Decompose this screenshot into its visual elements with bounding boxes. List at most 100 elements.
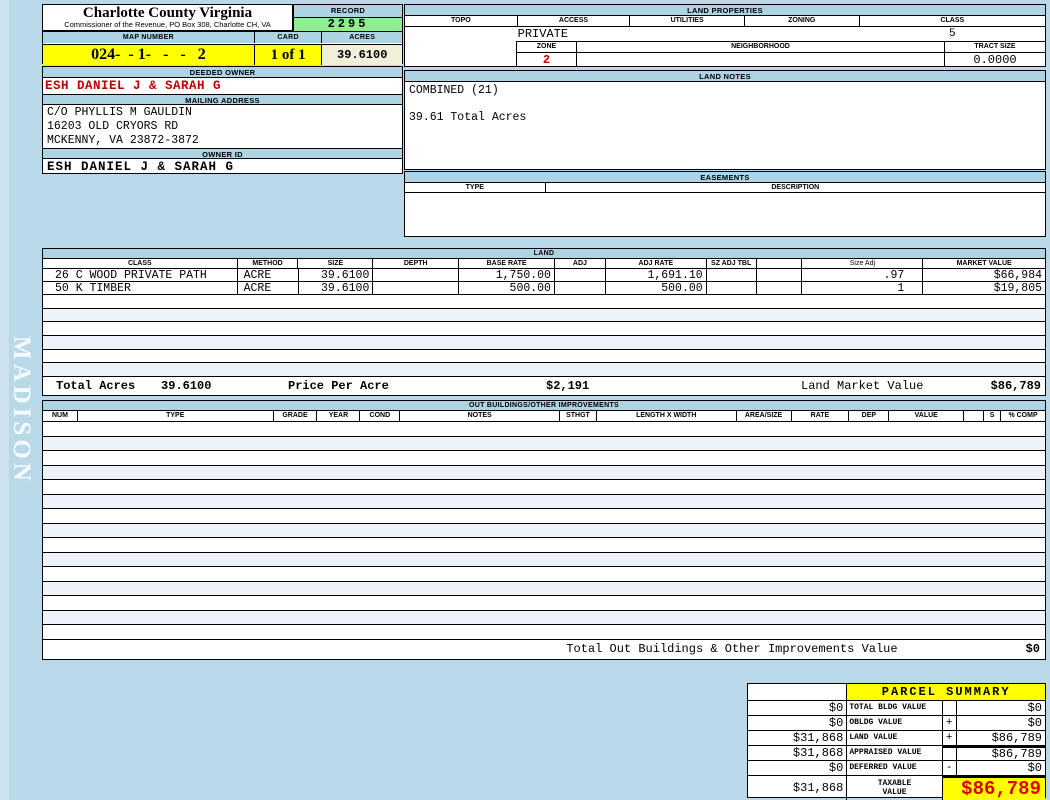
land-row-adj — [555, 269, 606, 281]
land-market-value: $86,789 — [990, 379, 1041, 394]
land-market-value-label: Land Market Value — [801, 379, 924, 394]
land-row-market-value: $66,984 — [993, 269, 1043, 281]
empty-row — [43, 625, 1045, 640]
total-acres-label: Total Acres — [56, 379, 136, 394]
empty-row — [43, 610, 1045, 625]
owner-id-label: OWNER ID — [43, 148, 402, 159]
col-class: CLASS — [940, 17, 965, 24]
land-col-depth: DEPTH — [373, 259, 460, 268]
empty-row — [43, 494, 1045, 509]
summary-right-value: $0 — [1027, 761, 1042, 775]
county-title: Charlotte County Virginia — [82, 5, 253, 21]
ob-col-pct-comp: % COMP — [1008, 412, 1038, 419]
ob-col-s: S — [984, 411, 1002, 421]
land-row-size: 39.6100 — [299, 269, 374, 281]
empty-row — [43, 363, 1045, 378]
summary-label: TOTAL BLDG VALUE — [847, 701, 943, 715]
out-buildings-table: OUT BUILDINGS/OTHER IMPROVEMENTS NUM TYP… — [42, 400, 1046, 660]
col-zoning: ZONING — [745, 16, 860, 26]
land-col-market-value: MARKET VALUE — [956, 260, 1012, 267]
land-notes-title: LAND NOTES — [405, 71, 1045, 82]
land-row-sz-adj-tbl — [707, 282, 757, 294]
land-row-adj-rate: 1,691.10 — [606, 269, 707, 281]
parcel-summary: PARCEL SUMMARY $0 TOTAL BLDG VALUE $0 $0… — [747, 683, 1046, 800]
land-row-size-adj: 1 — [802, 282, 924, 294]
map-card-acres-box: MAP NUMBER CARD ACRES 024- - 1- - - 2 1 … — [42, 31, 403, 65]
acres-label: ACRES — [322, 32, 402, 43]
land-title: LAND — [43, 249, 1045, 259]
land-row-depth — [373, 282, 460, 294]
empty-row — [43, 596, 1045, 611]
easement-type-label: TYPE — [405, 183, 546, 192]
out-buildings-total-row: Total Out Buildings & Other Improvements… — [43, 639, 1045, 659]
land-col-sz-adj-tbl: SZ ADJ TBL — [707, 259, 757, 268]
easements-title: EASEMENTS — [405, 172, 1045, 183]
summary-op: + — [943, 716, 957, 730]
mailing-address-line: 16203 OLD CRYORS RD — [47, 120, 179, 133]
land-row: 50 K TIMBER ACRE 39.6100 500.00 500.00 1… — [43, 282, 1045, 295]
easements-box: EASEMENTS TYPE DESCRIPTION — [404, 171, 1046, 237]
deeded-owner-label: DEEDED OWNER — [43, 67, 402, 78]
empty-row — [43, 538, 1045, 553]
land-note-line: 39.61 Total Acres — [409, 111, 527, 124]
summary-label: OBLDG VALUE — [847, 716, 943, 730]
empty-row — [43, 308, 1045, 323]
summary-label: LAND VALUE — [847, 731, 943, 745]
land-row-class: 26 C WOOD PRIVATE PATH — [43, 269, 238, 281]
summary-left-value: $31,868 — [748, 776, 848, 800]
empty-row — [43, 465, 1045, 480]
empty-row — [43, 451, 1045, 466]
land-col-method: METHOD — [238, 259, 299, 268]
land-row-base-rate: 500.00 — [459, 282, 555, 294]
class-value: 5 — [948, 28, 956, 40]
ob-col-year: YEAR — [317, 411, 361, 421]
record-value: 2295 — [294, 18, 402, 31]
ob-col-rate: RATE — [792, 411, 850, 421]
card-label: CARD — [254, 32, 323, 43]
land-row-size-adj: .97 — [802, 269, 924, 281]
card-value: 1 of 1 — [254, 45, 323, 65]
map-number-value: 024- - 1- - - 2 — [43, 45, 255, 65]
easement-description-label: DESCRIPTION — [771, 184, 820, 191]
ob-col-sthgt: STHGT — [560, 411, 597, 421]
land-row-size: 39.6100 — [299, 282, 374, 294]
parcel-summary-title: PARCEL SUMMARY — [847, 684, 1045, 700]
summary-op — [943, 701, 957, 715]
empty-row — [43, 523, 1045, 538]
mailing-address-block: C/O PHYLLIS M GAULDIN 16203 OLD CRYORS R… — [43, 105, 402, 148]
mailing-address-line: MCKENNY, VA 23872-3872 — [47, 134, 199, 147]
neighborhood-value: 140 AMadison — [577, 53, 945, 67]
zone-value: 2 — [517, 53, 577, 67]
ob-col-blank — [964, 411, 985, 421]
empty-row — [43, 480, 1045, 495]
empty-row — [43, 436, 1045, 451]
neighborhood-label: NEIGHBORHOOD — [577, 42, 945, 52]
out-buildings-total-label: Total Out Buildings & Other Improvements… — [566, 642, 898, 656]
summary-left-value: $0 — [748, 716, 848, 730]
summary-left-value: $31,868 — [748, 731, 848, 745]
col-access: ACCESS — [518, 16, 631, 26]
land-col-blank — [757, 259, 803, 268]
summary-row-land: $31,868 LAND VALUE + $86,789 — [748, 731, 1045, 746]
mailing-address-line: C/O PHYLLIS M GAULDIN — [47, 106, 192, 119]
tract-size-value: 0.0000 — [973, 53, 1017, 67]
summary-right-value: $86,789 — [991, 731, 1042, 745]
summary-row-obldg: $0 OBLDG VALUE + $0 — [748, 716, 1045, 731]
deeded-owner-value: ESH DANIEL J & SARAH G — [45, 79, 222, 93]
land-row-method: ACRE — [238, 282, 299, 294]
ob-col-type: TYPE — [78, 411, 274, 421]
ob-col-value: VALUE — [889, 411, 965, 421]
summary-right-value: $0 — [1027, 701, 1042, 715]
zone-label: ZONE — [517, 42, 577, 52]
empty-row — [43, 581, 1045, 596]
land-totals-row: Total Acres 39.6100 Price Per Acre $2,19… — [43, 377, 1045, 396]
land-note-line: COMBINED (21) — [409, 84, 499, 97]
empty-row — [43, 422, 1045, 437]
ob-col-grade: GRADE — [274, 411, 318, 421]
land-properties-title: LAND PROPERTIES — [405, 5, 1045, 16]
summary-op — [942, 746, 957, 760]
land-properties-box: LAND PROPERTIES TOPO ACCESS UTILITIES ZO… — [404, 4, 1046, 67]
summary-row-appraised: $31,868 APPRAISED VALUE $86,789 — [748, 746, 1045, 761]
ob-col-length-width: LENGTH X WIDTH — [597, 411, 737, 421]
land-row-adj-rate: 500.00 — [606, 282, 707, 294]
